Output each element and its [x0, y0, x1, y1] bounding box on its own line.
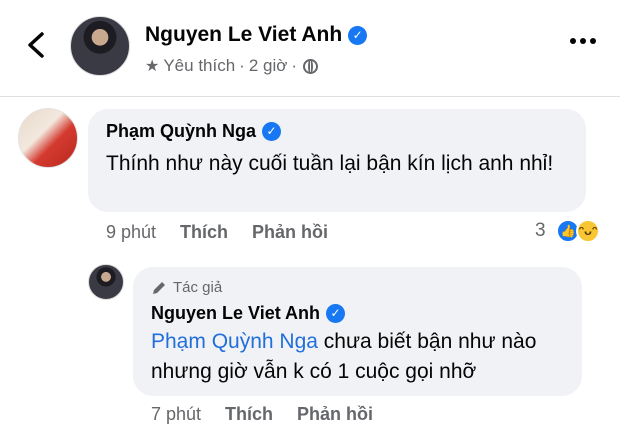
post-author-name[interactable]: Nguyen Le Viet Anh ✓	[145, 23, 368, 47]
commenter-avatar[interactable]	[18, 108, 78, 168]
header-divider	[0, 96, 620, 97]
verified-badge-icon: ✓	[348, 26, 368, 45]
reply-author-name[interactable]: Nguyen Le Viet Anh ✓	[151, 303, 346, 324]
globe-icon	[303, 58, 319, 74]
reply-author-avatar[interactable]	[88, 264, 124, 300]
reply-time: 7 phút	[151, 404, 202, 424]
post-time: 2 giờ	[248, 56, 288, 75]
star-icon: ★	[145, 58, 160, 75]
like-button[interactable]: Thích	[225, 404, 273, 424]
meta-separator: ·	[239, 56, 245, 75]
mention-link[interactable]: Phạm Quỳnh Nga	[151, 330, 318, 353]
like-button[interactable]: Thích	[180, 222, 228, 242]
post-author-label: Nguyen Le Viet Anh	[145, 23, 343, 46]
reply-button[interactable]: Phản hồi	[252, 222, 328, 242]
comment-actions: 9 phút Thích Phản hồi	[106, 222, 328, 243]
reply-text: Phạm Quỳnh Nga chưa biết bận như nào như…	[151, 327, 571, 387]
verified-badge-icon: ✓	[262, 122, 282, 141]
post-header: Nguyen Le Viet Anh ✓ ★ Yêu thích · 2 giờ …	[0, 0, 620, 96]
back-arrow-icon[interactable]	[22, 30, 50, 60]
author-tag-label: Tác giả	[173, 279, 223, 296]
comment-text: Thính như này cuối tuần lại bận kín lịch…	[106, 152, 554, 175]
commenter-name-label: Phạm Quỳnh Nga	[106, 121, 257, 141]
reply-actions: 7 phút Thích Phản hồi	[151, 404, 373, 425]
reply-bubble: Tác giả Nguyen Le Viet Anh ✓ Phạm Quỳnh N…	[133, 267, 582, 396]
meta-separator: ·	[291, 56, 298, 75]
reply-button[interactable]: Phản hồi	[297, 404, 373, 424]
haha-icon[interactable]: ᵔᴗᵔ	[576, 219, 600, 243]
commenter-name[interactable]: Phạm Quỳnh Nga ✓	[106, 121, 282, 142]
post-meta-label: Yêu thích	[163, 56, 236, 75]
reply-author-label: Nguyen Le Viet Anh	[151, 303, 321, 323]
post-meta: ★ Yêu thích · 2 giờ ·	[145, 56, 319, 76]
author-tag: Tác giả	[151, 279, 222, 296]
comment-time: 9 phút	[106, 222, 157, 242]
comment-bubble: Phạm Quỳnh Nga ✓ Thính như này cuối tuần …	[88, 109, 586, 212]
verified-badge-icon: ✓	[326, 304, 346, 323]
author-avatar[interactable]	[70, 16, 130, 76]
more-options-icon[interactable]	[570, 38, 596, 44]
reaction-count[interactable]: 3	[535, 220, 546, 242]
pencil-icon	[153, 281, 165, 294]
